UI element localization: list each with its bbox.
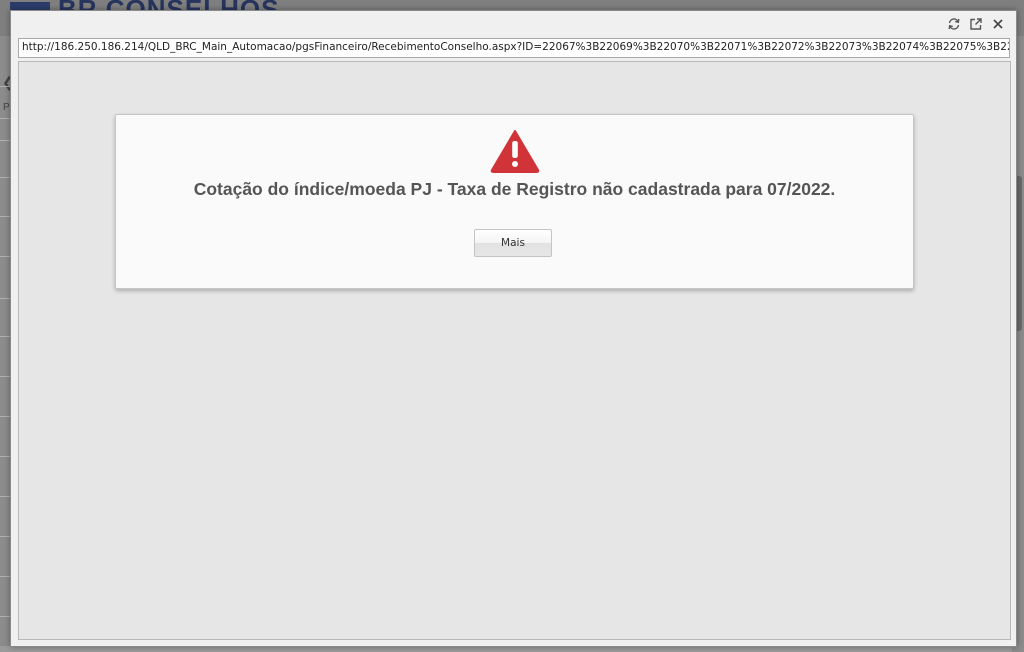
background-side-letter: P <box>3 102 10 113</box>
more-button[interactable]: Mais <box>474 229 552 257</box>
message-text: Cotação do índice/moeda PJ - Taxa de Reg… <box>193 179 836 199</box>
warning-icon <box>490 130 540 173</box>
close-icon[interactable] <box>989 15 1007 33</box>
url-text: http://186.250.186.214/QLD_BRC_Main_Auto… <box>22 41 1010 53</box>
open-external-icon[interactable] <box>967 15 985 33</box>
url-bar[interactable]: http://186.250.186.214/QLD_BRC_Main_Auto… <box>18 38 1010 58</box>
refresh-icon[interactable] <box>945 15 963 33</box>
message-box: Cotação do índice/moeda PJ - Taxa de Reg… <box>115 114 914 289</box>
popup-titlebar <box>11 11 1016 37</box>
popup-window: http://186.250.186.214/QLD_BRC_Main_Auto… <box>10 10 1017 647</box>
popup-content: Cotação do índice/moeda PJ - Taxa de Reg… <box>18 61 1011 640</box>
